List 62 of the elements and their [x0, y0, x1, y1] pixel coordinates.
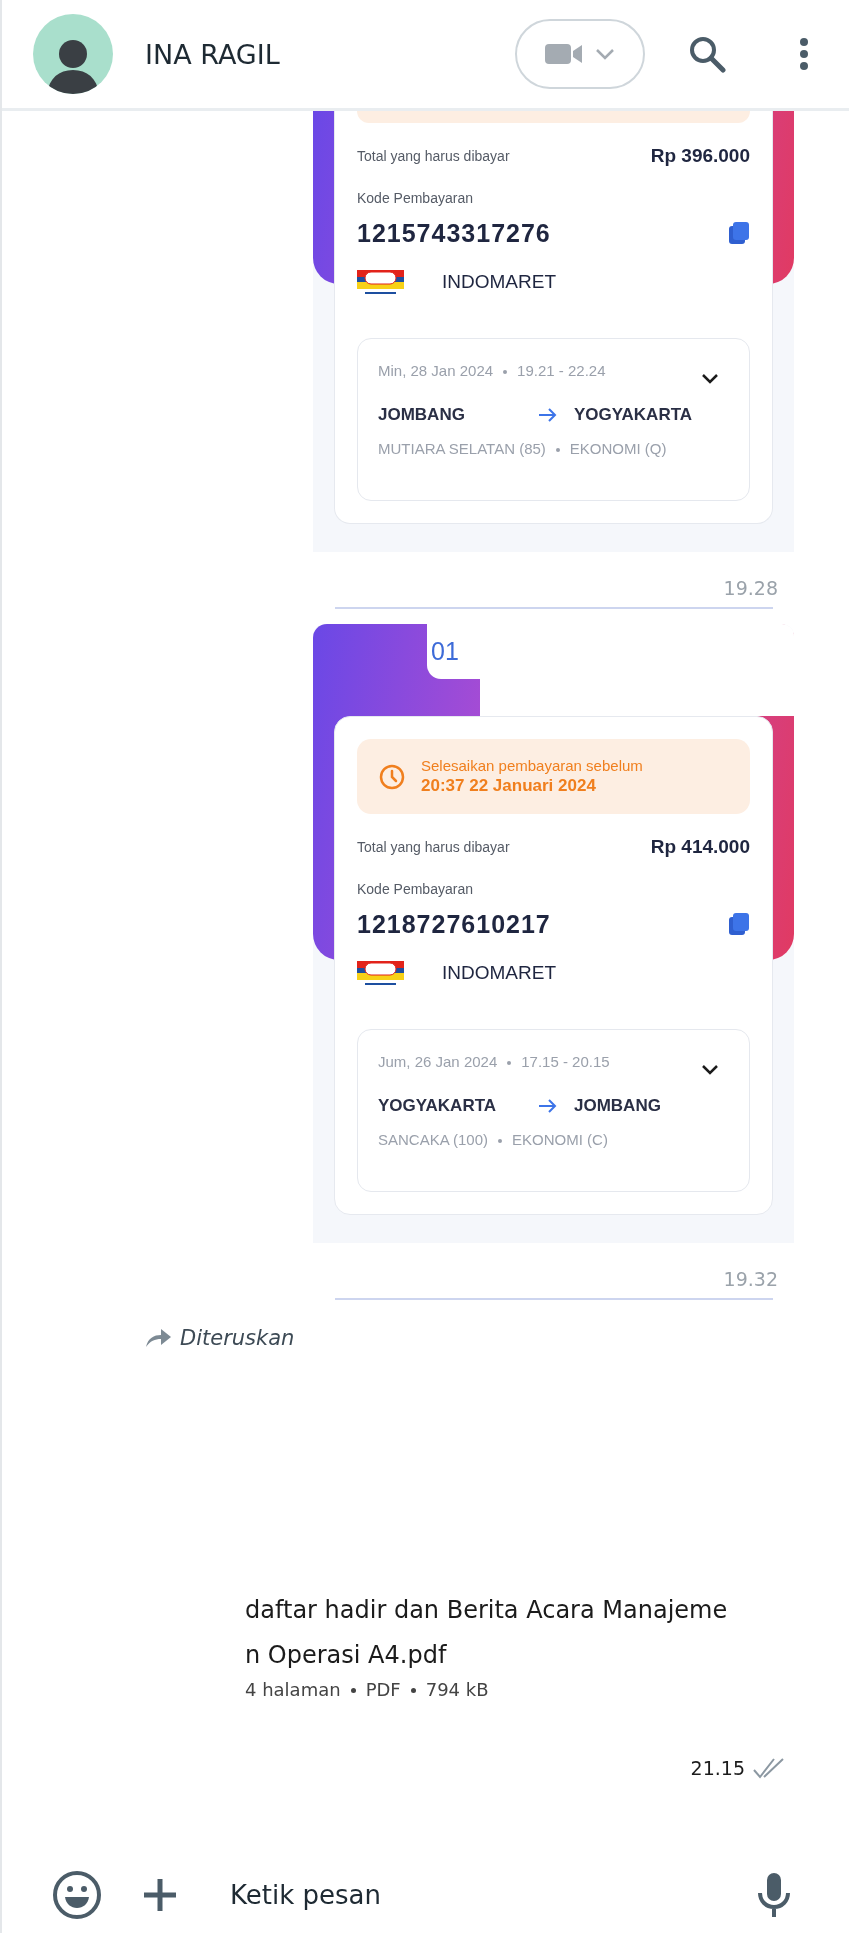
payment-code: 1215743317276 [357, 218, 551, 249]
train-name: MUTIARA SELATAN (85) [378, 440, 546, 457]
total-label: Total yang harus dibayar [357, 147, 510, 166]
video-camera-icon [545, 42, 583, 66]
file-info: PDF [365, 1678, 401, 1702]
deadline-value: 20:37 22 Januari 2024 [421, 776, 597, 796]
forwarded-label: Diteruskan [180, 1326, 295, 1350]
file-info: 794 kB [425, 1678, 489, 1702]
menu-button[interactable] [799, 37, 809, 71]
chevron-down-icon [595, 48, 615, 60]
merchant-name: INDOMARET [442, 271, 556, 293]
message-time: 19.32 [723, 1267, 778, 1291]
chevron-down-icon[interactable] [701, 373, 719, 385]
destination-station: JOMBANG [574, 1095, 661, 1117]
file-info: 4 halaman [245, 1678, 341, 1702]
contact-name[interactable]: INA RAGIL [145, 38, 515, 70]
merchant-name: INDOMARET [442, 962, 556, 984]
total-label: Total yang harus dibayar [357, 838, 510, 857]
arrow-right-icon [538, 407, 558, 423]
chevron-down-icon[interactable] [701, 1064, 719, 1076]
copy-icon[interactable] [728, 912, 750, 936]
file-name[interactable]: daftar hadir dan Berita Acara Manajemen Operasi A4.pdf [245, 1588, 728, 1678]
search-icon [688, 35, 726, 73]
bullet-icon [350, 1687, 356, 1693]
payment-code: 1218727610217 [357, 909, 551, 940]
trip-date: Min, 28 Jan 2024 [378, 362, 494, 379]
store-logo [357, 268, 404, 296]
attach-button[interactable] [142, 1877, 178, 1913]
copy-icon[interactable] [728, 221, 750, 245]
trip-date: Jum, 26 Jan 2024 [378, 1053, 498, 1070]
clock-icon [379, 763, 405, 790]
store-logo [357, 959, 404, 987]
payment-code-label: Kode Pembayaran [357, 189, 473, 208]
trip-time: 17.15 - 20.15 [521, 1053, 610, 1070]
bullet-icon [503, 369, 508, 374]
origin-station: YOGYAKARTA [378, 1095, 498, 1117]
deadline-label: Selesaikan pembayaran sebelum [421, 757, 643, 774]
seat-class: EKONOMI (C) [512, 1131, 608, 1148]
microphone-button[interactable] [757, 1872, 791, 1918]
arrow-right-icon [538, 1098, 558, 1114]
forward-arrow-icon [145, 1328, 172, 1348]
total-amount: Rp 396.000 [650, 145, 750, 167]
plus-icon [142, 1877, 178, 1913]
bullet-icon [507, 1060, 512, 1065]
more-vertical-icon [799, 37, 809, 71]
search-button[interactable] [688, 35, 726, 73]
trip-time: 19.21 - 22.24 [517, 362, 606, 379]
microphone-icon [757, 1872, 791, 1918]
message-time: 19.28 [723, 576, 778, 600]
payment-code-label: Kode Pembayaran [357, 880, 473, 899]
message-time: 21.15 [690, 1756, 745, 1780]
seat-class: EKONOMI (Q) [569, 440, 667, 457]
origin-station: JOMBANG [378, 404, 466, 426]
bullet-icon [410, 1687, 416, 1693]
total-amount: Rp 414.000 [650, 836, 750, 858]
smiley-icon [52, 1870, 102, 1920]
bullet-icon [498, 1138, 503, 1143]
bullet-icon [555, 447, 560, 452]
destination-station: YOGYAKARTA [574, 404, 693, 426]
emoji-button[interactable] [52, 1870, 102, 1920]
message-input[interactable]: Ketik pesan [228, 1879, 757, 1911]
train-name: SANCAKA (100) [378, 1131, 489, 1148]
